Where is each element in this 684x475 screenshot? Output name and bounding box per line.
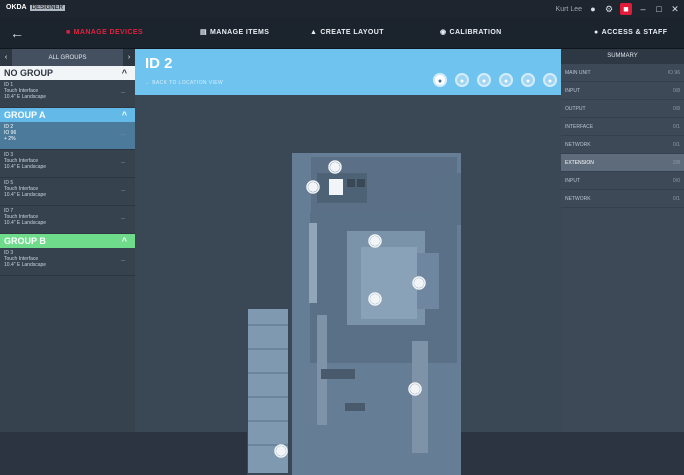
summary-value: IO 96 — [667, 69, 680, 76]
chevron-up-icon[interactable]: ^ — [122, 110, 127, 120]
summary-label: NETWORK — [565, 141, 591, 148]
user-name: Kurt Lee — [555, 5, 582, 13]
device-item[interactable]: ID 7 Touch Interface 10.4" E Landscape – — [0, 206, 135, 234]
summary-value: 0/8 — [673, 87, 680, 94]
summary-panel: SUMMARY MAIN UNIT IO 96 INPUT 0/8 OUTPUT 0/8 I… — [561, 49, 684, 432]
summary-value: 0/1 — [673, 123, 680, 130]
user-icon[interactable]: ● — [588, 4, 598, 14]
summary-label: NETWORK — [565, 195, 591, 202]
collapse-icon[interactable]: – — [121, 131, 125, 138]
view-mode-button[interactable]: ● — [433, 73, 447, 87]
summary-label: INPUT — [565, 177, 580, 184]
notification-icon[interactable]: ■ — [620, 3, 632, 15]
chevron-up-icon[interactable]: ^ — [122, 68, 127, 78]
mode-2-button[interactable]: ● — [455, 73, 469, 87]
device-sidebar: ‹ ALL GROUPS › NO GROUP ^ ID 1 Touch Interf… — [0, 49, 135, 432]
device-item[interactable]: ID 3 Touch Interface 10.4" E Landscape – — [0, 248, 135, 276]
summary-value: 0/0 — [673, 177, 680, 184]
device-item[interactable]: ID 1 Touch Interface 10.4" E Landscape – — [0, 80, 135, 108]
layout-icon: ▲ — [310, 29, 318, 36]
minimize-icon[interactable]: – — [638, 4, 648, 14]
group-header[interactable]: GROUP B ^ — [0, 234, 135, 248]
mode-3-button[interactable]: ● — [477, 73, 491, 87]
mode-6-button[interactable]: ● — [543, 73, 557, 87]
app-brand: OKDA DESIGNER — [6, 4, 65, 11]
summary-label: OUTPUT — [565, 105, 586, 112]
items-icon: ▤ — [200, 29, 208, 36]
mode-5-button[interactable]: ● — [521, 73, 535, 87]
collapse-icon[interactable]: – — [121, 187, 125, 194]
device-header: ID 2 ← BACK TO LOCATION VIEW ● ● ● ● ● ● — [135, 49, 561, 95]
nav-manage-items[interactable]: ▤ MANAGE ITEMS — [200, 18, 269, 48]
next-group-button[interactable]: › — [123, 49, 135, 66]
back-arrow-icon[interactable]: ← — [10, 25, 24, 41]
title-bar: OKDA DESIGNER Kurt Lee ● ⚙ ■ – □ ✕ — [0, 0, 684, 18]
device-l2: 10.4" E Landscape — [4, 192, 47, 198]
summary-row: NETWORK 0/1 — [561, 136, 684, 154]
group-header[interactable]: NO GROUP ^ — [0, 66, 135, 80]
mode-4-button[interactable]: ● — [499, 73, 513, 87]
gear-icon[interactable]: ⚙ — [604, 4, 614, 14]
group-selector: ‹ ALL GROUPS › — [0, 49, 135, 66]
maximize-icon[interactable]: □ — [654, 4, 664, 14]
summary-row: MAIN UNIT IO 96 — [561, 64, 684, 82]
summary-row: EXTENSION 2/8 — [561, 154, 684, 172]
device-detail: ID 2 ← BACK TO LOCATION VIEW ● ● ● ● ● ● — [135, 49, 561, 475]
nav-calibration[interactable]: ◉ CALIBRATION — [440, 18, 502, 48]
chevron-up-icon[interactable]: ^ — [122, 236, 127, 246]
device-item[interactable]: ID 3 Touch Interface 10.4" E Landscape – — [0, 150, 135, 178]
summary-value: 2/8 — [673, 159, 680, 166]
group-name: NO GROUP — [4, 68, 54, 78]
device-item[interactable]: ID 2 IO 96 + 2% – — [0, 122, 135, 150]
nav-access-staff[interactable]: ● ACCESS & STAFF — [594, 18, 667, 48]
staff-icon: ● — [594, 29, 599, 36]
main-nav: ← ■ MANAGE DEVICES ▤ MANAGE ITEMS ▲ CREATE … — [0, 18, 684, 49]
device-l2: 10.4" E Landscape — [4, 164, 47, 170]
device-l2: 10.4" E Landscape — [4, 262, 47, 268]
close-icon[interactable]: ✕ — [670, 4, 680, 14]
nav-create-layout[interactable]: ▲ CREATE LAYOUT — [310, 18, 384, 48]
summary-title: SUMMARY — [561, 49, 684, 64]
group-name: GROUP B — [4, 236, 46, 246]
group-header[interactable]: GROUP A ^ — [0, 108, 135, 122]
prev-group-button[interactable]: ‹ — [0, 49, 12, 66]
group-name: GROUP A — [4, 110, 46, 120]
summary-label: INPUT — [565, 87, 580, 94]
page-title: ID 2 — [145, 55, 173, 72]
summary-value: 0/8 — [673, 105, 680, 112]
summary-label: EXTENSION — [565, 159, 594, 166]
devices-icon: ■ — [66, 29, 71, 36]
summary-label: MAIN UNIT — [565, 69, 591, 76]
device-l2: + 2% — [4, 136, 16, 142]
summary-row: INPUT 0/0 — [561, 172, 684, 190]
title-bar-controls: Kurt Lee ● ⚙ ■ – □ ✕ — [556, 2, 680, 16]
collapse-icon[interactable]: – — [121, 159, 125, 166]
summary-row: OUTPUT 0/8 — [561, 100, 684, 118]
device-item[interactable]: ID 5 Touch Interface 10.4" E Landscape – — [0, 178, 135, 206]
collapse-icon[interactable]: – — [121, 257, 125, 264]
calibration-icon: ◉ — [440, 29, 447, 36]
summary-label: INTERFACE — [565, 123, 594, 130]
io-board-diagram — [247, 153, 461, 475]
summary-row: NETWORK 0/1 — [561, 190, 684, 208]
summary-row: INPUT 0/8 — [561, 82, 684, 100]
device-l2: 10.4" E Landscape — [4, 94, 47, 100]
summary-value: 0/1 — [673, 141, 680, 148]
collapse-icon[interactable]: – — [121, 89, 125, 96]
back-to-location-link[interactable]: ← BACK TO LOCATION VIEW — [145, 80, 223, 86]
summary-value: 0/1 — [673, 195, 680, 202]
device-l2: 10.4" E Landscape — [4, 220, 47, 226]
collapse-icon[interactable]: – — [121, 215, 125, 222]
summary-row: INTERFACE 0/1 — [561, 118, 684, 136]
nav-manage-devices[interactable]: ■ MANAGE DEVICES — [66, 18, 143, 48]
